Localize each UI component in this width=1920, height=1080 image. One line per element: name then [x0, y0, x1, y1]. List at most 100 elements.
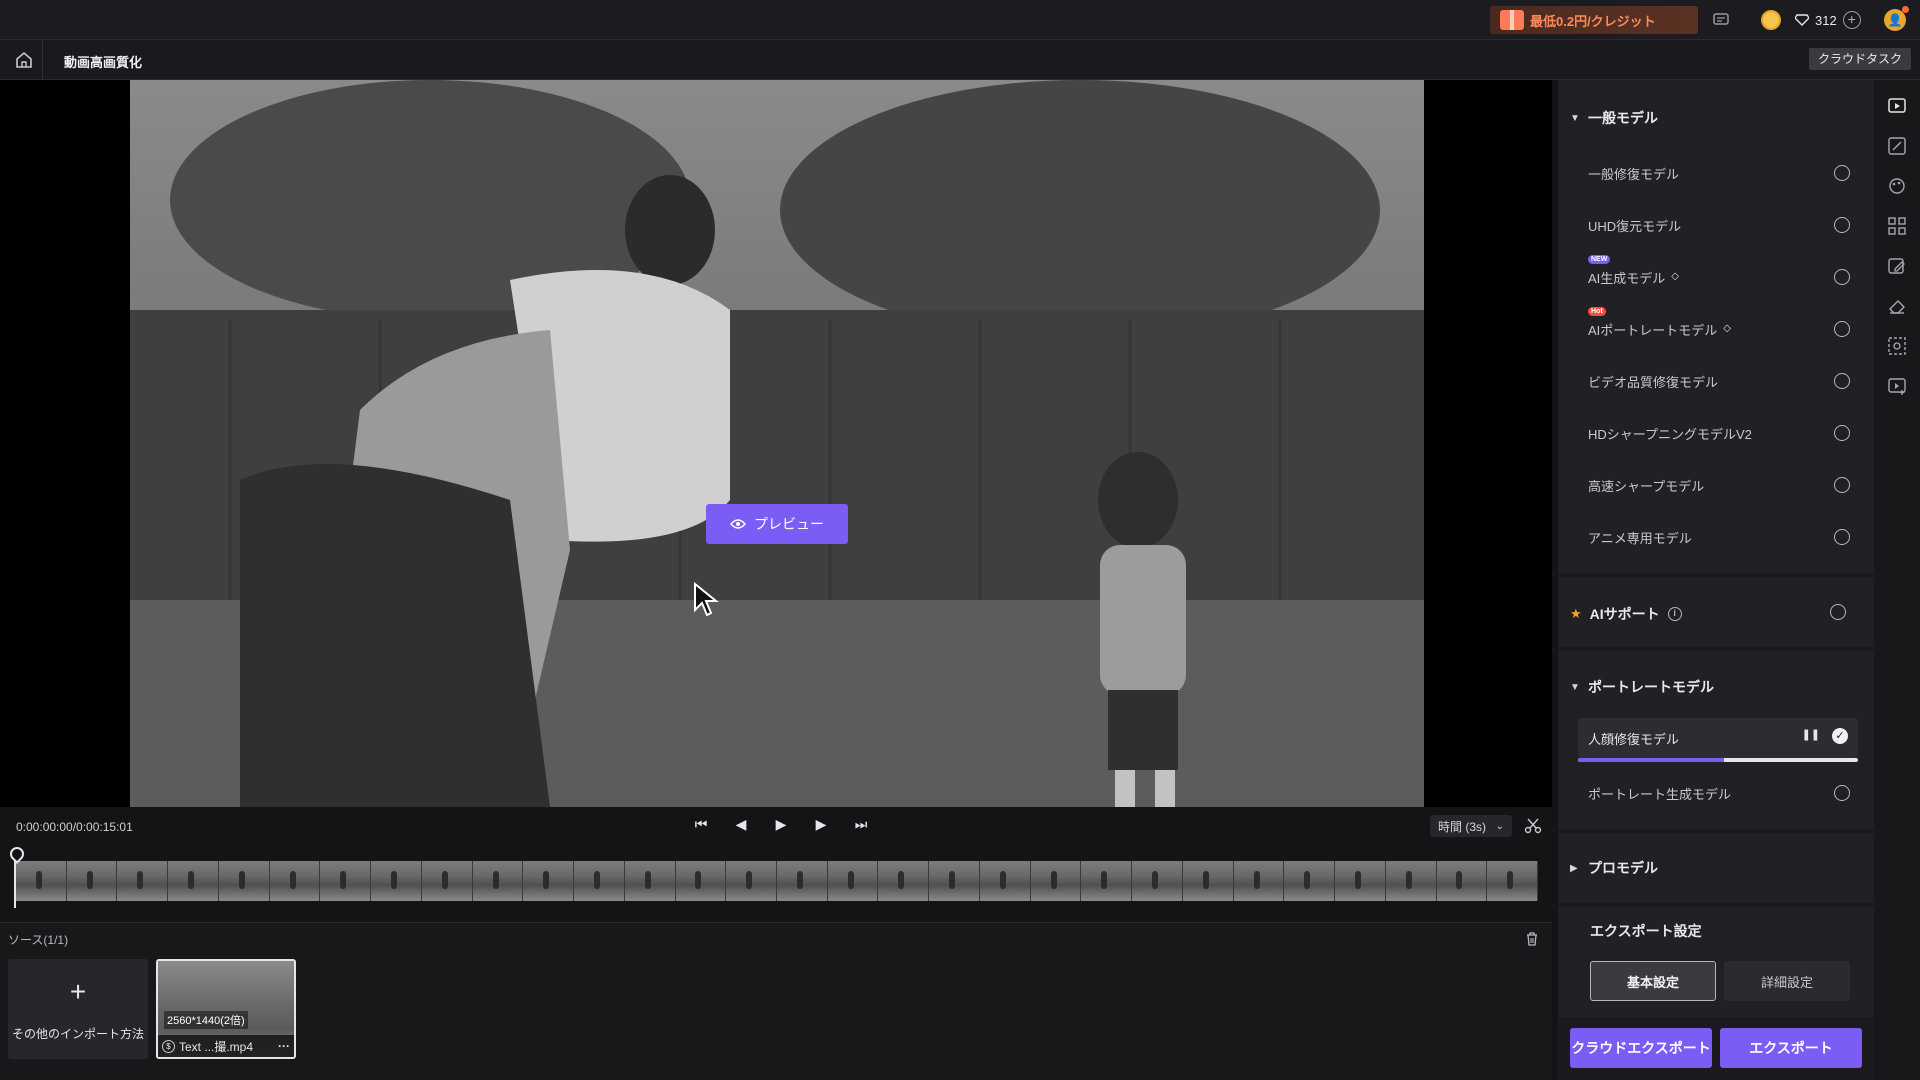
- caret-down-icon: ▼: [1570, 112, 1580, 124]
- film-frame: [574, 861, 625, 901]
- model-option-uhd[interactable]: UHD復元モデル: [1588, 207, 1858, 243]
- film-frame: [16, 861, 67, 901]
- model-option-fast-sharp[interactable]: 高速シャープモデル: [1588, 467, 1858, 503]
- scissors-icon[interactable]: [1524, 817, 1542, 835]
- clip-card[interactable]: 2560*1440(2倍) $ Text ...撮.mp4 ···: [156, 959, 296, 1059]
- radio-button[interactable]: [1834, 321, 1850, 337]
- duration-select-value: 時間 (3s): [1438, 819, 1487, 834]
- tab-basic-settings[interactable]: 基本設定: [1590, 961, 1716, 1001]
- cloud-task-button[interactable]: クラウドタスク: [1809, 48, 1912, 70]
- checkmark-icon[interactable]: ✓: [1832, 728, 1848, 744]
- info-icon[interactable]: i: [1667, 607, 1682, 621]
- status-icon: $: [162, 1039, 175, 1053]
- model-option-video-quality[interactable]: ビデオ品質修復モデル: [1588, 363, 1858, 399]
- export-settings-section: エクスポート設定 基本設定 詳細設定: [1558, 907, 1874, 1017]
- model-label: 一般修復モデル: [1588, 166, 1680, 182]
- portrait-section-header[interactable]: ▼ ポートレートモデル: [1570, 677, 1714, 697]
- credits-display: 312 +: [1795, 11, 1861, 29]
- model-option-portrait-generation[interactable]: ポートレート生成モデル: [1588, 775, 1858, 811]
- eye-icon: [730, 519, 746, 529]
- home-icon[interactable]: [14, 50, 34, 70]
- model-option-hd-sharpening[interactable]: HDシャープニングモデルV2: [1588, 415, 1858, 451]
- preview-button[interactable]: プレビュー: [706, 504, 848, 544]
- video-enhance-icon[interactable]: [1887, 96, 1907, 116]
- duration-select[interactable]: 時間 (3s) ⌄: [1430, 815, 1512, 837]
- radio-button[interactable]: [1834, 217, 1850, 233]
- trash-icon[interactable]: [1524, 931, 1540, 947]
- edit-frame-icon[interactable]: [1887, 136, 1907, 156]
- hot-badge: Hot: [1588, 307, 1606, 316]
- eraser-icon[interactable]: [1887, 296, 1907, 316]
- skip-to-start-icon[interactable]: ⏮: [692, 816, 710, 833]
- processing-progress-bar: [1578, 758, 1858, 762]
- promo-banner[interactable]: 最低0.2円/クレジット: [1490, 6, 1698, 34]
- model-option-anime[interactable]: アニメ専用モデル: [1588, 519, 1858, 555]
- radio-button[interactable]: [1834, 165, 1850, 181]
- playback-controls: 0:00:00:00/0:00:15:01 ⏮ ◀ ▶ ▶ ⏭ 時間 (3s) …: [0, 807, 1552, 845]
- page-title: 動画高画質化: [64, 55, 143, 70]
- user-avatar[interactable]: 👤: [1884, 6, 1909, 31]
- film-frame: [1233, 861, 1285, 901]
- model-option-ai-generation[interactable]: NEW AI生成モデル ◇: [1588, 255, 1858, 295]
- film-frame: [1335, 861, 1386, 901]
- timeline[interactable]: [0, 845, 1552, 915]
- pause-icon[interactable]: ❚❚: [1802, 728, 1820, 741]
- model-option-face-repair[interactable]: 人顔修復モデル ❚❚ ✓: [1578, 718, 1858, 758]
- select-region-icon[interactable]: [1887, 336, 1907, 356]
- skip-to-end-icon[interactable]: ⏭: [852, 816, 870, 833]
- model-label: AI生成モデル: [1588, 270, 1666, 286]
- more-icon[interactable]: ···: [278, 1039, 290, 1053]
- pen-edit-icon[interactable]: [1887, 256, 1907, 276]
- playhead[interactable]: [14, 851, 16, 908]
- model-label: HDシャープニングモデルV2: [1588, 426, 1752, 442]
- film-frame: [218, 861, 270, 901]
- radio-button[interactable]: [1834, 529, 1850, 545]
- general-section-header[interactable]: ▼ 一般モデル: [1570, 108, 1658, 128]
- import-more-button[interactable]: + その他のインポート方法: [8, 959, 148, 1059]
- film-frame: [1081, 861, 1133, 901]
- radio-button[interactable]: [1834, 477, 1850, 493]
- ai-support-label: AIサポート: [1589, 606, 1660, 622]
- model-option-general-repair[interactable]: 一般修復モデル: [1588, 155, 1858, 191]
- new-badge: NEW: [1588, 255, 1611, 264]
- mouse-cursor-icon: [694, 582, 719, 617]
- preview-button-label: プレビュー: [754, 516, 824, 532]
- coin-icon[interactable]: [1761, 10, 1781, 30]
- radio-button[interactable]: [1834, 425, 1850, 441]
- model-panel: ▼ 一般モデル 一般修復モデル UHD復元モデル NEW AI生成モデル ◇ H…: [1558, 80, 1874, 1080]
- model-label: 高速シャープモデル: [1588, 478, 1705, 494]
- film-frame: [1284, 861, 1336, 901]
- radio-button[interactable]: [1834, 269, 1850, 285]
- model-label: AIポートレートモデル: [1588, 322, 1718, 338]
- radio-button[interactable]: [1834, 373, 1850, 389]
- play-icon[interactable]: ▶: [772, 816, 790, 833]
- video-frame: [130, 80, 1424, 807]
- film-frame: [117, 861, 169, 901]
- star-icon: ★: [1570, 606, 1582, 621]
- add-credits-icon[interactable]: +: [1842, 11, 1861, 29]
- model-option-ai-portrait[interactable]: Hot AIポートレートモデル ◇: [1588, 307, 1858, 347]
- model-label: ポートレート生成モデル: [1588, 786, 1732, 802]
- next-frame-icon[interactable]: ▶: [812, 816, 830, 833]
- tab-detail-settings[interactable]: 詳細設定: [1724, 961, 1850, 1001]
- film-frame: [675, 861, 727, 901]
- color-palette-icon[interactable]: [1887, 176, 1907, 196]
- message-icon[interactable]: [1712, 11, 1730, 29]
- video-add-icon[interactable]: [1887, 376, 1907, 396]
- transport-buttons: ⏮ ◀ ▶ ▶ ⏭: [692, 816, 870, 833]
- cloud-export-button[interactable]: クラウドエクスポート: [1570, 1028, 1712, 1068]
- radio-button[interactable]: [1830, 604, 1846, 620]
- divider: [42, 40, 43, 80]
- ai-support-section: ★ AIサポート i: [1558, 577, 1874, 647]
- pro-section-header[interactable]: ▶ プロモデル: [1570, 858, 1658, 878]
- sub-bar: 動画高画質化 クラウドタスク: [0, 40, 1920, 80]
- filmstrip[interactable]: [16, 861, 1538, 901]
- radio-button[interactable]: [1834, 785, 1850, 801]
- general-models-section: ▼ 一般モデル 一般修復モデル UHD復元モデル NEW AI生成モデル ◇ H…: [1558, 80, 1874, 573]
- model-label: ビデオ品質修復モデル: [1588, 374, 1719, 390]
- export-button[interactable]: エクスポート: [1720, 1028, 1862, 1068]
- apps-grid-icon[interactable]: [1887, 216, 1907, 236]
- previous-frame-icon[interactable]: ◀: [732, 816, 750, 833]
- ai-support-row[interactable]: ★ AIサポート i: [1570, 604, 1862, 624]
- tool-rail: [1874, 80, 1920, 1080]
